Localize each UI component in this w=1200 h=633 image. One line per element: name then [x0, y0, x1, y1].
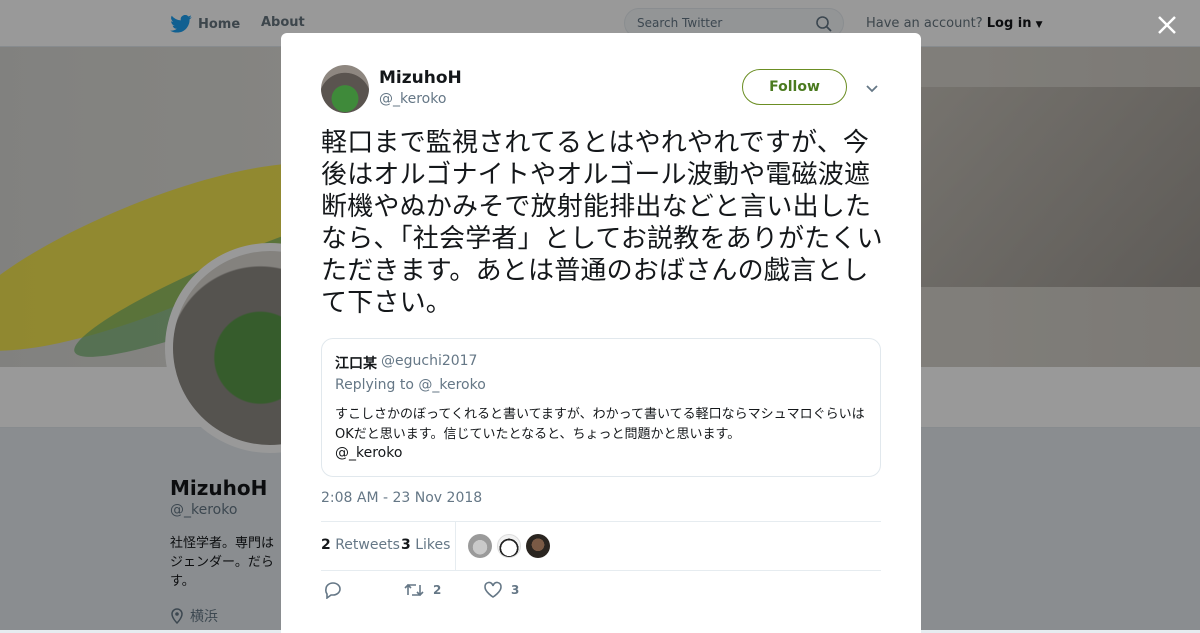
- retweets-count: 2: [321, 537, 331, 553]
- tweet-text: 軽口まで監視されてるとはやれやれですが、今後はオルゴナイトやオルゴール波動や電磁…: [321, 128, 883, 318]
- likes-stat[interactable]: 3 Likes: [401, 537, 450, 553]
- tweet-stats: 2 Retweets 3 Likes: [321, 521, 881, 571]
- quoted-tweet[interactable]: 江口某 @eguchi2017 Replying to @_keroko すこし…: [321, 338, 881, 477]
- retweet-count: 2: [433, 583, 442, 597]
- author-name[interactable]: MizuhoH: [379, 68, 462, 88]
- tweet-actions: 2 3: [321, 578, 881, 602]
- stats-divider: [455, 522, 456, 570]
- retweet-icon: [404, 583, 424, 597]
- author-handle[interactable]: @_keroko: [379, 91, 446, 107]
- quoted-author-handle: @eguchi2017: [381, 353, 478, 369]
- author-avatar[interactable]: [321, 65, 369, 113]
- liker-avatar[interactable]: [497, 534, 521, 558]
- quoted-text: すこしさかのぼってくれると書いてますが、わかって書いてる軽口ならマシュマロぐらい…: [335, 407, 865, 442]
- follow-button[interactable]: Follow: [742, 69, 847, 105]
- close-icon[interactable]: [1154, 12, 1180, 38]
- like-count: 3: [511, 583, 520, 597]
- liker-avatar[interactable]: [468, 534, 492, 558]
- likes-label: Likes: [415, 537, 451, 553]
- retweet-button[interactable]: 2: [403, 581, 441, 599]
- retweets-label: Retweets: [335, 537, 400, 553]
- quoted-author-name: 江口某: [335, 356, 377, 372]
- reply-icon: [325, 582, 341, 599]
- tweet-modal: MizuhoH @_keroko Follow 軽口まで監視されてるとはやれやれ…: [281, 33, 921, 633]
- liker-avatar[interactable]: [526, 534, 550, 558]
- chevron-down-icon[interactable]: [863, 79, 881, 97]
- quoted-mention: @_keroko: [335, 445, 403, 461]
- quoted-replying-to: Replying to @_keroko: [335, 377, 486, 393]
- reply-button[interactable]: [323, 581, 343, 599]
- like-button[interactable]: 3: [483, 581, 519, 599]
- tweet-timestamp[interactable]: 2:08 AM - 23 Nov 2018: [321, 490, 482, 506]
- heart-icon: [484, 581, 502, 598]
- retweets-stat[interactable]: 2 Retweets: [321, 537, 400, 553]
- likes-count: 3: [401, 537, 411, 553]
